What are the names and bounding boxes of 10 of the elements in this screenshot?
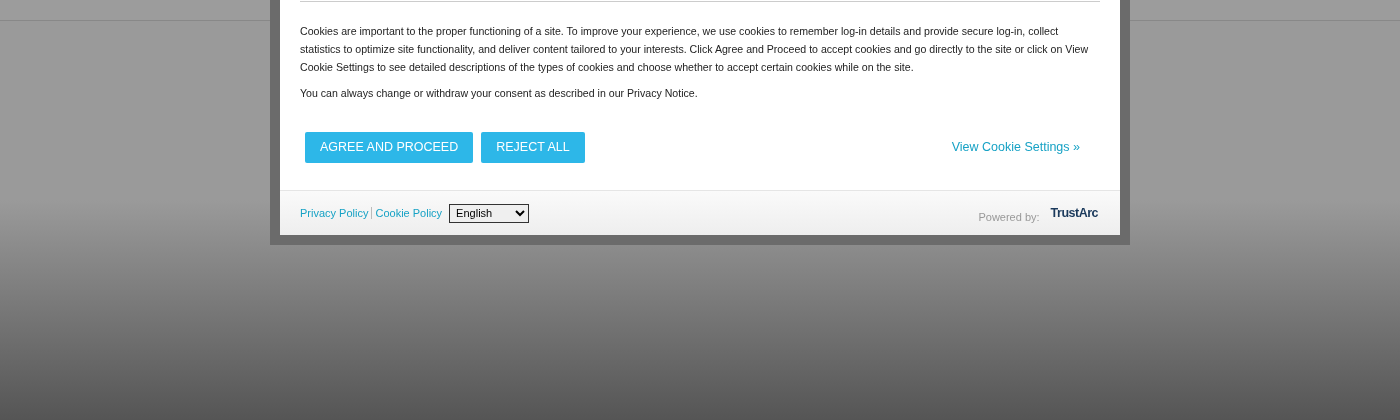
logo: TrustArc <box>1050 204 1098 222</box>
privacy-policy-link[interactable]: Privacy Policy <box>300 204 369 222</box>
reject-button[interactable]: REJECT ALL <box>481 132 585 163</box>
powered-by-label: Powered by: <box>978 209 1040 225</box>
agree-button[interactable]: AGREE AND PROCEED <box>305 132 474 163</box>
consent-text: Cookies are important to the proper functioning of a site. To improve your experience, we use cookies to remember log-in details and provide secure log-in, collect statistics to optimize site functionality, and deliver content tailored to your interests. Click Agree and Proceed to accept cookies and go directly to the site or click on View Cookie Settings to see detailed descriptions of the types of cookies and choose whether to accept certain cookies while on the site. <box>300 24 1090 75</box>
cookie-settings-link[interactable]: View Cookie Settings » <box>951 138 1080 157</box>
consent-text: You can always change or withdraw your consent as described in our Privacy Notice. <box>300 86 699 101</box>
cookie-policy-link[interactable]: Cookie Policy <box>375 204 443 222</box>
language-select[interactable]: English <box>449 203 530 223</box>
